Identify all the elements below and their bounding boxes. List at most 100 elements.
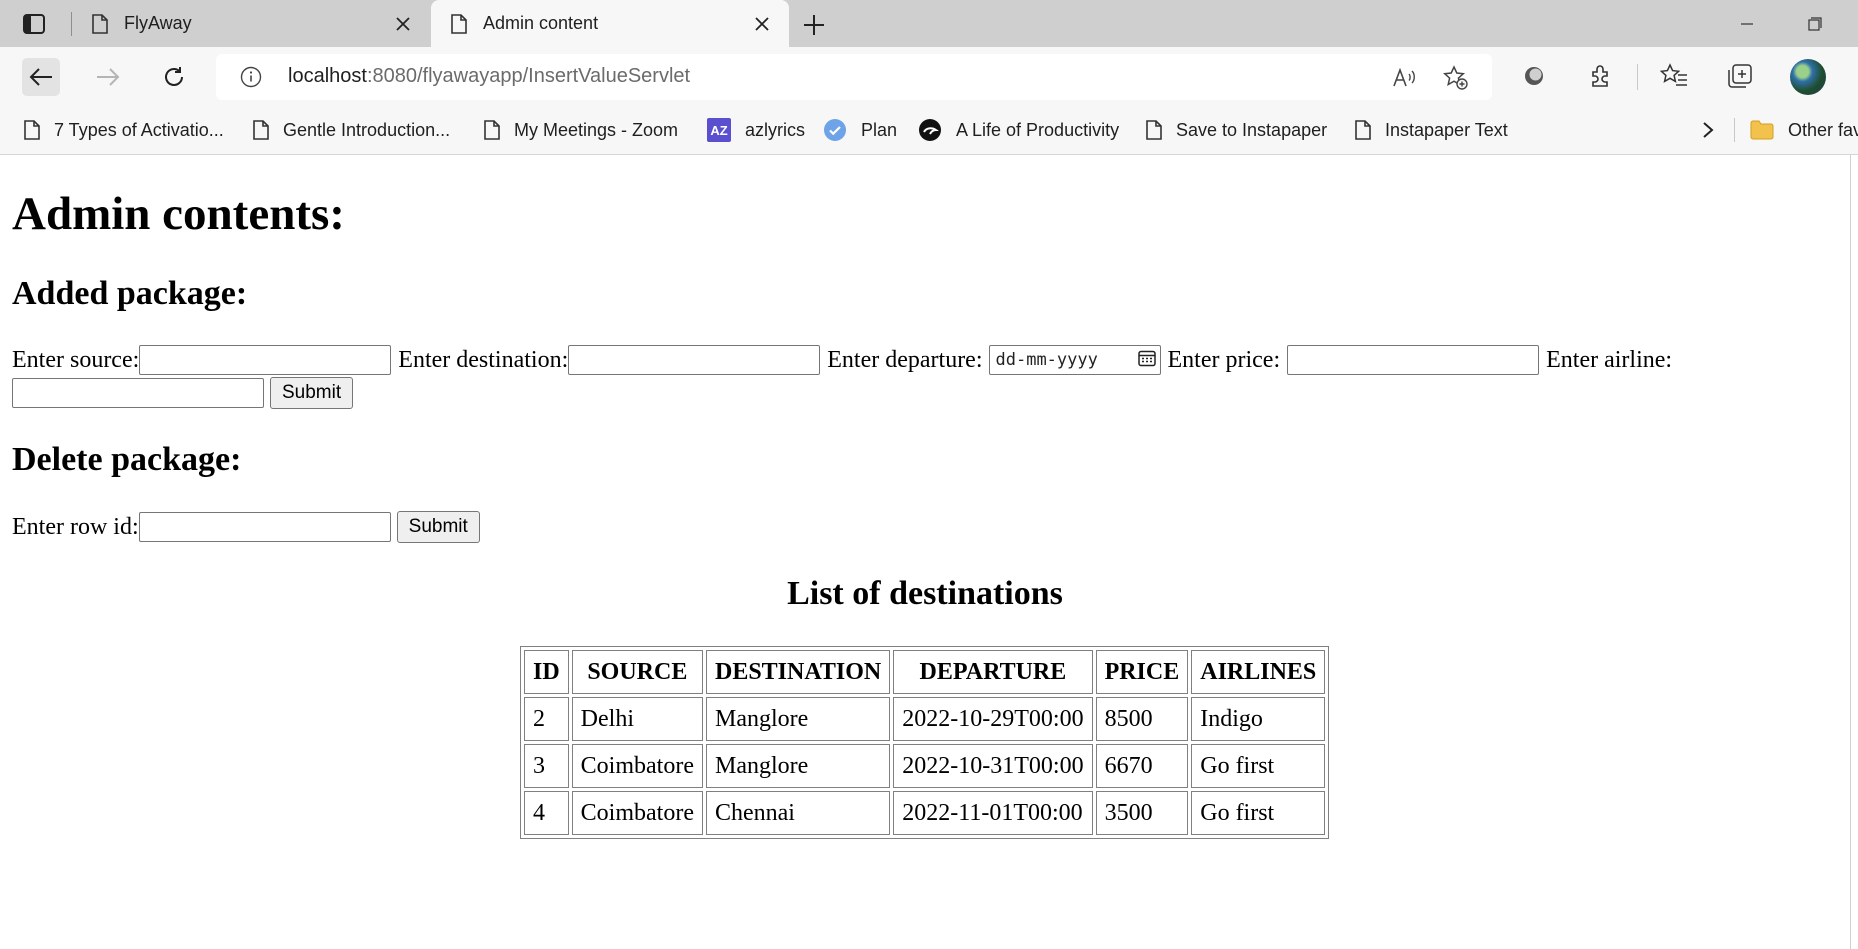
chevron-right-icon[interactable] [1696, 118, 1720, 142]
add-package-heading: Added package: [12, 275, 248, 312]
destinations-table: ID SOURCE DESTINATION DEPARTURE PRICE AI… [520, 646, 1330, 839]
table-cell: 3500 [1095, 791, 1189, 835]
tab-actions-icon[interactable] [22, 12, 46, 36]
azlyrics-icon: AZ [707, 118, 731, 142]
add-favorite-icon[interactable] [1443, 65, 1469, 91]
table-cell: 3 [524, 744, 569, 788]
source-label: Enter source: [12, 346, 140, 373]
page-icon [1146, 120, 1162, 140]
bookmark-label: Plan [861, 119, 898, 140]
url-host: localhost [288, 65, 367, 87]
table-cell: Manglore [705, 697, 891, 741]
table-cell: 6670 [1095, 744, 1189, 788]
close-icon[interactable] [751, 13, 773, 35]
rowid-label: Enter row id: [12, 513, 139, 540]
airline-input[interactable] [12, 378, 264, 408]
departure-date-input[interactable]: dd-mm-yyyy [988, 345, 1161, 375]
page-icon [92, 13, 108, 34]
info-icon[interactable] [240, 66, 262, 88]
reload-icon[interactable] [155, 58, 193, 96]
folder-icon [1750, 120, 1774, 140]
bookmark-label: Other fav [1788, 119, 1858, 140]
profile-avatar[interactable] [1790, 59, 1826, 95]
rowid-input[interactable] [138, 512, 391, 542]
price-input[interactable] [1287, 345, 1540, 375]
table-cell: Indigo [1191, 697, 1326, 741]
tab-strip: FlyAway Admin content [0, 0, 1858, 47]
page-title: Admin contents: [12, 188, 345, 240]
add-package-form: Enter source: Enter destination: Enter d… [12, 345, 1672, 375]
bookmark-item[interactable]: Gentle Introduction... [253, 106, 450, 154]
bookmark-item[interactable]: Save to Instapaper [1146, 106, 1327, 154]
extensions-icon[interactable] [1587, 62, 1615, 90]
table-cell: Go first [1191, 791, 1326, 835]
delete-package-heading: Delete package: [12, 441, 242, 478]
bookmark-item[interactable]: AZ azlyrics [707, 106, 805, 154]
page-icon [484, 120, 500, 140]
toolbar-separator [1637, 64, 1638, 90]
table-row: 3 Coimbatore Manglore 2022-10-31T00:00 6… [524, 744, 1326, 788]
browser-toolbar: localhost:8080/flyawayapp/InsertValueSer… [0, 47, 1858, 106]
table-cell: 2 [524, 697, 569, 741]
table-row: 2 Delhi Manglore 2022-10-29T00:00 8500 I… [524, 697, 1326, 741]
bookmark-item[interactable]: Plan [823, 106, 897, 154]
table-cell: Coimbatore [571, 791, 703, 835]
favorites-icon[interactable] [1660, 62, 1688, 90]
svg-text:AZ: AZ [710, 123, 727, 138]
bookmark-folder-other[interactable]: Other fav [1750, 106, 1858, 154]
bookmark-item[interactable]: 7 Types of Activatio... [24, 106, 224, 154]
add-submit-button[interactable]: Submit [270, 377, 354, 409]
table-cell: 2022-11-01T00:00 [893, 791, 1093, 835]
column-header: SOURCE [571, 650, 703, 694]
bookmark-label: A Life of Productivity [956, 119, 1120, 140]
destination-input[interactable] [568, 345, 821, 375]
column-header: AIRLINES [1191, 650, 1326, 694]
airline-label: Enter airline: [1546, 346, 1673, 373]
table-cell: Manglore [705, 744, 891, 788]
table-cell: Delhi [571, 697, 703, 741]
collections-icon[interactable] [1726, 62, 1754, 90]
bookmark-item[interactable]: Instapaper Text [1355, 106, 1508, 154]
address-bar[interactable]: localhost:8080/flyawayapp/InsertValueSer… [216, 54, 1492, 100]
productivity-icon [918, 118, 942, 142]
tab-flyaway[interactable]: FlyAway [72, 0, 430, 47]
extension-circle-icon[interactable] [1520, 62, 1548, 90]
page-content: Admin contents: Added package: Enter sou… [0, 155, 1851, 949]
bookmark-label: Instapaper Text [1385, 119, 1508, 140]
page-icon [24, 120, 40, 140]
column-header: DESTINATION [705, 650, 891, 694]
table-header-row: ID SOURCE DESTINATION DEPARTURE PRICE AI… [524, 650, 1326, 694]
read-aloud-icon[interactable] [1392, 65, 1418, 91]
delete-submit-button[interactable]: Submit [396, 511, 480, 543]
tab-admin-content[interactable]: Admin content [431, 0, 789, 47]
table-cell: Coimbatore [571, 744, 703, 788]
column-header: ID [524, 650, 569, 694]
bookmark-label: My Meetings - Zoom [514, 119, 679, 140]
table-cell: Chennai [705, 791, 891, 835]
bookmark-item[interactable]: A Life of Productivity [918, 106, 1119, 154]
bookmark-label: Save to Instapaper [1176, 119, 1328, 140]
bookmarks-separator [1734, 118, 1735, 142]
calendar-icon[interactable] [1137, 349, 1156, 372]
bookmark-label: Gentle Introduction... [283, 119, 451, 140]
forward-arrow-icon[interactable] [89, 58, 127, 96]
check-badge-icon [823, 118, 847, 142]
delete-package-form: Enter row id: Submit [12, 511, 480, 543]
departure-label: Enter departure: [827, 346, 983, 373]
bookmark-label: azlyrics [745, 119, 806, 140]
bookmark-item[interactable]: My Meetings - Zoom [484, 106, 678, 154]
column-header: PRICE [1095, 650, 1189, 694]
bookmarks-bar: 7 Types of Activatio... Gentle Introduct… [0, 106, 1858, 155]
page-icon [451, 13, 467, 34]
back-arrow-icon[interactable] [22, 58, 60, 96]
minimize-icon[interactable] [1735, 12, 1759, 36]
new-tab-icon[interactable] [800, 11, 828, 39]
tab-title: Admin content [483, 13, 599, 33]
url-path: :8080/flyawayapp/InsertValueServlet [366, 65, 691, 87]
source-input[interactable] [139, 345, 392, 375]
page-icon [1355, 120, 1371, 140]
restore-icon[interactable] [1803, 12, 1827, 36]
close-icon[interactable] [392, 13, 414, 35]
url-text: localhost:8080/flyawayapp/InsertValueSer… [288, 65, 690, 88]
table-cell: 2022-10-29T00:00 [893, 697, 1093, 741]
